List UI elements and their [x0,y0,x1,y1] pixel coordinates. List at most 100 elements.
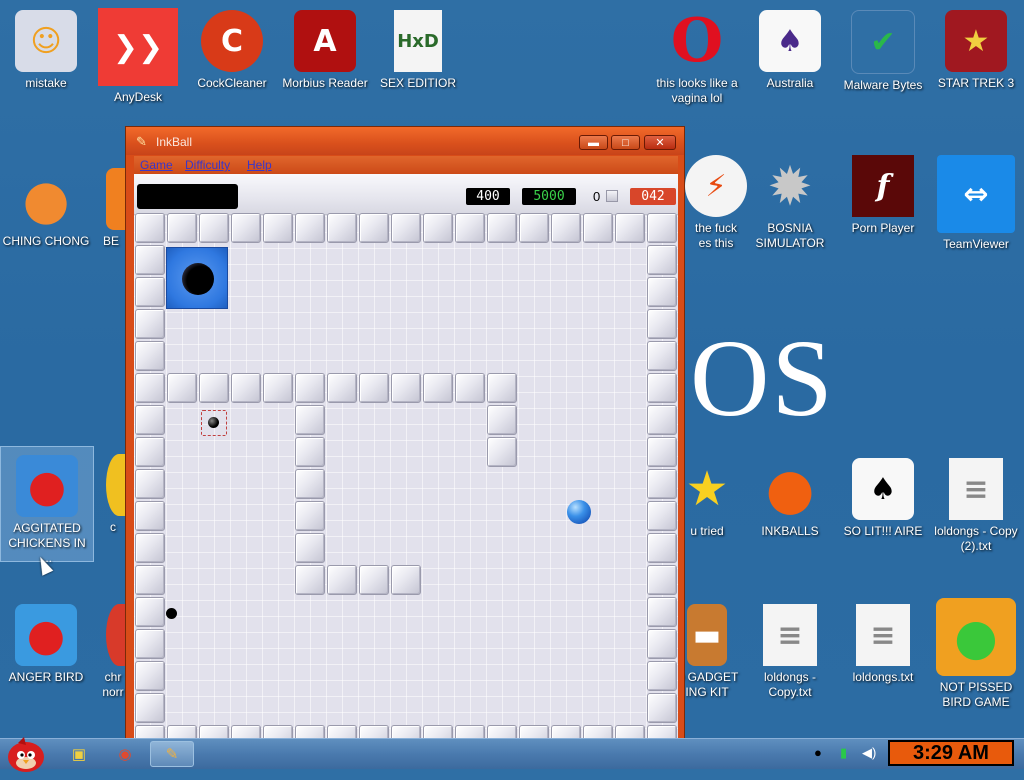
desktop-icon-label: loldongs.txt [852,670,914,684]
desktop-icon-malware-bytes[interactable]: ✔ Malware Bytes [837,2,929,93]
wall-tile [135,309,165,339]
angry-birds-rio-icon: ● [16,455,78,517]
maximize-button[interactable]: □ [611,135,640,150]
close-button[interactable]: ✕ [644,135,676,150]
desktop-icon-inkballs[interactable]: ● INKBALLS [744,450,836,539]
desktop-icon-label: Malware Bytes [843,78,923,92]
bonus-display: 5000 [522,188,576,205]
desktop-icon-australia[interactable]: ♠ Australia [744,2,836,91]
desktop-icon-label: NOT PISSED BIRD GAME [939,680,1013,709]
wall-tile [647,245,677,275]
taskbar-inkball[interactable]: ✎ [150,741,194,767]
desktop-icon-not-pissed-bird-game[interactable]: ● NOT PISSED BIRD GAME [930,590,1022,710]
battery-icon[interactable]: ▮ [840,745,847,761]
wall-tile [615,213,645,243]
game-area: 400 5000 0 042 [134,174,678,739]
inkball-app-icon: ✎ [136,134,147,149]
taskbar-chrome[interactable]: ◉ [104,741,146,767]
wall-tile [135,213,165,243]
desktop-icon-label: loldongs - Copy.txt [763,670,817,699]
wall-tile [231,213,261,243]
wallpaper-text: OS [690,317,835,439]
desktop-icon-c[interactable]: c [100,446,126,535]
taskbar-clock[interactable]: 3:29 AM [888,740,1014,766]
desktop-icon-anger-bird[interactable]: ● ANGER BIRD [0,596,92,685]
wall-tile [391,565,421,595]
wall-tile [135,341,165,371]
desktop-icon-loldongs[interactable]: ≡ loldongs.txt [837,596,929,685]
taskbar-explorer[interactable]: ▣ [58,741,100,767]
wall-tile [455,213,485,243]
desktop-icon-label: loldongs - Copy (2).txt [934,524,1018,553]
desktop-icon-label: TeamViewer [943,237,1009,251]
close-icon: ✕ [655,137,665,149]
desktop-icon-label: c [110,520,116,534]
wall-tile [647,629,677,659]
desktop-icon-label: CHING CHONG [2,234,90,248]
score-bar: 400 5000 0 042 [134,174,678,215]
desktop-icon-label: INKBALLS [761,524,819,538]
wall-tile [135,661,165,691]
wall-tile [391,213,421,243]
computer-icon: ☺ [15,10,77,72]
maximize-icon: □ [622,136,629,149]
desktop-icon-sex-editior[interactable]: HxD SEX EDITIOR [372,2,464,91]
toolbox-icon: ▬ [687,604,727,666]
desktop-icon-chr[interactable]: chr norr [100,596,126,700]
desktop-icon-mistake[interactable]: ☺ mistake [0,2,92,91]
wall-tile [423,373,453,403]
menu-game[interactable]: Game [140,158,173,172]
minimize-button[interactable]: ▬ [579,135,608,150]
desktop-icon-bosnia-simulator[interactable]: ✹ BOSNIA SIMULATOR [744,147,836,251]
desktop-icon-opera[interactable]: O this looks like a vagina lol [651,2,743,106]
desktop-icon-be[interactable]: BE [96,160,126,249]
desktop-icon-star-trek-3[interactable]: ★ STAR TREK 3 [930,2,1022,91]
desktop-icon-ching-chong[interactable]: ● CHING CHONG [0,160,92,249]
timer-display: 042 [630,188,676,205]
wall-tile [135,373,165,403]
title-bar[interactable]: ✎ InkBall ▬ □ ✕ [126,127,684,155]
wall-tile [327,373,357,403]
wall-tile [135,437,165,467]
desktop-icon-label: chr norr [102,670,124,699]
volume-icon[interactable]: ◀) [862,745,876,761]
wall-tile [295,213,325,243]
window-title: InkBall [156,135,193,149]
desktop-icon-so-lit-aire[interactable]: ♠ SO LIT!!! AIRE [837,450,929,539]
menu-help[interactable]: Help [247,158,272,172]
wall-tile [327,565,357,595]
wall-tile [647,277,677,307]
teamviewer-icon: ⇔ [937,155,1015,233]
desktop-icon-label: this looks like a vagina lol [656,76,738,105]
desktop-icon-label: AnyDesk [113,90,163,104]
wall-tile [647,469,677,499]
wall-tile [231,373,261,403]
desktop-icon-aggitated-chickens[interactable]: ● AGGITATED CHICKENS IN ... [0,446,94,565]
wall-tile [487,373,517,403]
tray-record-icon[interactable]: ● [814,745,822,760]
taskbar: ▣ ◉ ✎ ● ▮ ◀) 3:29 AM [0,737,1024,772]
wall-tile [167,213,197,243]
desktop-icon-porn-player[interactable]: f Porn Player [837,147,929,236]
solitaire-icon: ♠ [852,458,914,520]
desktop-icon-label: SEX EDITIOR [379,76,456,90]
start-button[interactable] [4,733,48,772]
wall-tile [583,213,613,243]
menu-difficulty[interactable]: Difficulty [185,158,230,172]
wall-tile [135,245,165,275]
wall-tile [295,533,325,563]
wall-tile [455,373,485,403]
desktop-icon-teamviewer[interactable]: ⇔ TeamViewer [930,147,1022,252]
desktop-icon-morbius-reader[interactable]: A Morbius Reader [279,2,371,91]
wall-tile [647,213,677,243]
desktop-icon-loldongs-copy[interactable]: ≡ loldongs - Copy.txt [744,596,836,700]
desktop-icon-cockcleaner[interactable]: C CockCleaner [186,2,278,91]
desktop-icon-anydesk[interactable]: ❯❯ AnyDesk [92,0,184,105]
ball-count-icon [606,190,618,202]
spiked-ball-icon: ✹ [767,154,813,218]
game-board[interactable] [134,213,678,739]
desktop-icon-label: BOSNIA SIMULATOR [755,221,825,250]
wall-tile [263,373,293,403]
desktop-icon-loldongs-copy-2[interactable]: ≡ loldongs - Copy (2).txt [930,450,1022,554]
inkball-icon: ● [765,456,815,522]
